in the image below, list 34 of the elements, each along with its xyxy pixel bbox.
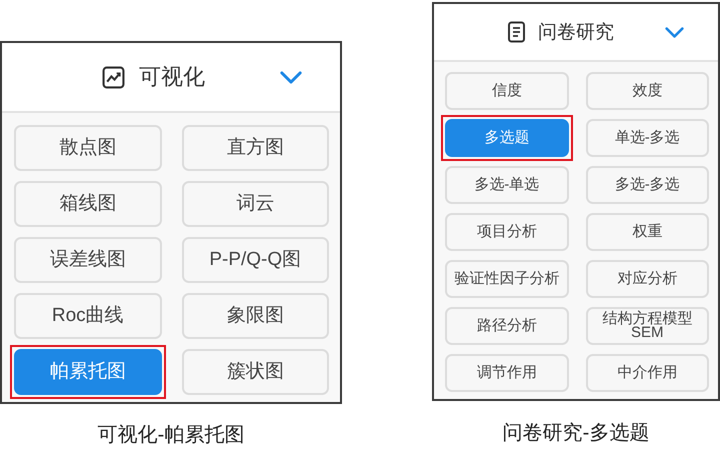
panel-header[interactable]: 问卷研究 (434, 4, 718, 62)
option-button[interactable]: 象限图 (182, 293, 329, 339)
option-button[interactable]: 直方图 (182, 125, 329, 171)
chevron-down-icon[interactable] (280, 70, 302, 84)
caption: 可视化-帕累托图 (98, 423, 244, 448)
document-icon (507, 21, 526, 43)
panel-title: 可视化 (139, 63, 205, 91)
option-button[interactable]: 词云 (182, 181, 329, 227)
option-button[interactable]: 调节作用 (445, 354, 568, 392)
option-button[interactable]: 权重 (586, 213, 709, 251)
option-button[interactable]: 误差线图 (14, 237, 162, 283)
option-button[interactable]: 多选题 (445, 119, 568, 157)
option-button[interactable]: 帕累托图 (14, 349, 162, 395)
option-button[interactable]: 多选-单选 (445, 166, 568, 204)
caption: 问卷研究-多选题 (502, 421, 650, 446)
option-button[interactable]: 结构方程模型SEM (586, 307, 709, 345)
option-button[interactable]: 项目分析 (445, 213, 568, 251)
option-button[interactable]: 散点图 (14, 125, 162, 171)
option-button[interactable]: P-P/Q-Q图 (182, 237, 329, 283)
option-button[interactable]: 验证性因子分析 (445, 260, 568, 298)
option-button[interactable]: 中介作用 (586, 354, 709, 392)
panel-title: 问卷研究 (538, 21, 614, 45)
option-button[interactable]: Roc曲线 (14, 293, 162, 339)
option-button[interactable]: 箱线图 (14, 181, 162, 227)
option-button[interactable]: 路径分析 (445, 307, 568, 345)
chevron-down-icon[interactable] (665, 26, 684, 38)
chart-icon (102, 66, 125, 88)
option-button[interactable]: 对应分析 (586, 260, 709, 298)
option-button[interactable]: 簇状图 (182, 349, 329, 395)
panel-header[interactable]: 可视化 (2, 43, 340, 113)
option-button[interactable]: 单选-多选 (586, 119, 709, 157)
option-button[interactable]: 信度 (445, 72, 568, 110)
option-button[interactable]: 效度 (586, 72, 709, 110)
option-button[interactable]: 多选-多选 (586, 166, 709, 204)
